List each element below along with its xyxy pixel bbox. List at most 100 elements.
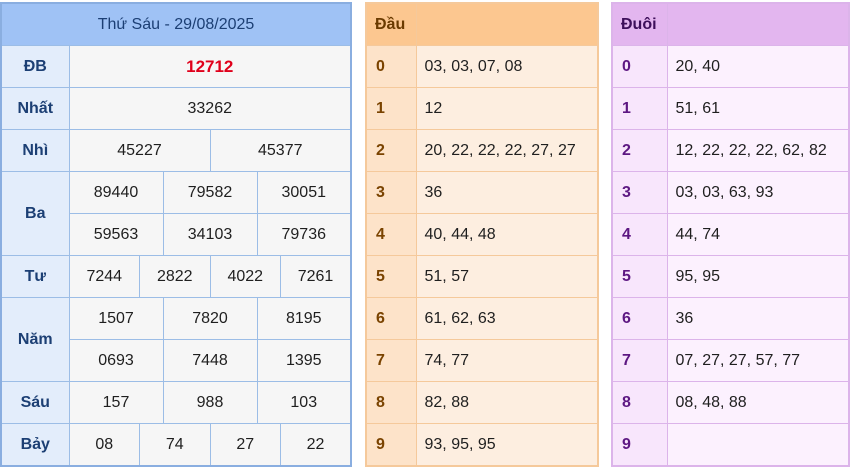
tail-table-title: Đuôi: [611, 2, 668, 46]
prize-label: ĐB: [0, 45, 70, 88]
prize-value: 79582: [162, 171, 258, 214]
prize-value: 2822: [139, 255, 211, 298]
prize-label: Bảy: [0, 423, 70, 467]
head-table-header-blank: [415, 2, 599, 46]
prize-value: 79736: [256, 213, 352, 256]
tail-table-header-blank: [666, 2, 850, 46]
digit-cell: 1: [365, 87, 417, 130]
numbers-cell: 82, 88: [415, 381, 599, 424]
tail-row: 3 03, 03, 63, 93: [611, 171, 850, 214]
prize-value: 34103: [162, 213, 258, 256]
prize-label: Tư: [0, 255, 70, 298]
numbers-cell: 51, 61: [666, 87, 850, 130]
numbers-cell: 95, 95: [666, 255, 850, 298]
prize-value: 988: [162, 381, 258, 424]
head-row: 2 20, 22, 22, 22, 27, 27: [365, 129, 599, 172]
tail-row: 7 07, 27, 27, 57, 77: [611, 339, 850, 382]
numbers-cell: 51, 57: [415, 255, 599, 298]
digit-cell: 5: [611, 255, 668, 298]
digit-cell: 3: [365, 171, 417, 214]
prize-value: 103: [256, 381, 352, 424]
prize-label: Năm: [0, 297, 70, 382]
prize-value: 45377: [209, 129, 352, 172]
prize-value: 89440: [68, 171, 164, 214]
tail-row: 6 36: [611, 297, 850, 340]
head-row: 1 12: [365, 87, 599, 130]
numbers-cell: 08, 48, 88: [666, 381, 850, 424]
tail-row: 9: [611, 423, 850, 467]
prize-label: Ba: [0, 171, 70, 256]
prize-value: 4022: [209, 255, 281, 298]
digit-cell: 0: [365, 45, 417, 88]
prize-value: 7244: [68, 255, 140, 298]
digit-cell: 8: [611, 381, 668, 424]
digit-cell: 8: [365, 381, 417, 424]
prize-value: 8195: [256, 297, 352, 340]
prize-row-seventh: Bảy 08 74 27 22: [0, 423, 352, 467]
numbers-cell: 61, 62, 63: [415, 297, 599, 340]
prize-row-second: Nhì 45227 45377: [0, 129, 352, 172]
prize-label: Sáu: [0, 381, 70, 424]
tail-digit-table: Đuôi 0 20, 40 1 51, 61 2 12, 22, 22, 22, 62…: [611, 2, 850, 467]
tail-row: 4 44, 74: [611, 213, 850, 256]
numbers-cell: 07, 27, 27, 57, 77: [666, 339, 850, 382]
numbers-cell: 03, 03, 07, 08: [415, 45, 599, 88]
digit-cell: 1: [611, 87, 668, 130]
digit-cell: 6: [365, 297, 417, 340]
prize-row-first: Nhất 33262: [0, 87, 352, 130]
tail-row: 0 20, 40: [611, 45, 850, 88]
prize-value: 0693: [68, 339, 164, 382]
head-row: 7 74, 77: [365, 339, 599, 382]
numbers-cell: 93, 95, 95: [415, 423, 599, 467]
numbers-cell: [666, 423, 850, 467]
draw-date-title: Thứ Sáu - 29/08/2025: [0, 2, 352, 46]
digit-cell: 2: [611, 129, 668, 172]
numbers-cell: 44, 74: [666, 213, 850, 256]
numbers-cell: 12: [415, 87, 599, 130]
prize-row-fourth: Tư 7244 2822 4022 7261: [0, 255, 352, 298]
tail-row: 2 12, 22, 22, 22, 62, 82: [611, 129, 850, 172]
tail-row: 8 08, 48, 88: [611, 381, 850, 424]
tail-row: 1 51, 61: [611, 87, 850, 130]
prize-value: 7448: [162, 339, 258, 382]
prize-value: 7261: [280, 255, 352, 298]
numbers-cell: 03, 03, 63, 93: [666, 171, 850, 214]
head-row: 4 40, 44, 48: [365, 213, 599, 256]
numbers-cell: 12, 22, 22, 22, 62, 82: [666, 129, 850, 172]
prize-value: 45227: [68, 129, 211, 172]
digit-cell: 3: [611, 171, 668, 214]
prize-row-special: ĐB 12712: [0, 45, 352, 88]
prize-value: 157: [68, 381, 164, 424]
numbers-cell: 20, 22, 22, 22, 27, 27: [415, 129, 599, 172]
results-table: Thứ Sáu - 29/08/2025 ĐB 12712 Nhất 33262…: [0, 2, 352, 467]
digit-cell: 5: [365, 255, 417, 298]
numbers-cell: 74, 77: [415, 339, 599, 382]
prize-label: Nhì: [0, 129, 70, 172]
digit-cell: 9: [611, 423, 668, 467]
head-table-title: Đầu: [365, 2, 417, 46]
prize-label: Nhất: [0, 87, 70, 130]
head-row: 6 61, 62, 63: [365, 297, 599, 340]
head-row: 8 82, 88: [365, 381, 599, 424]
prize-value: 08: [68, 423, 140, 467]
special-prize-value: 12712: [68, 45, 352, 88]
head-row: 3 36: [365, 171, 599, 214]
head-row: 5 51, 57: [365, 255, 599, 298]
numbers-cell: 36: [666, 297, 850, 340]
prize-row-fifth: Năm 1507 7820 8195: [0, 297, 352, 382]
prize-value: 1507: [68, 297, 164, 340]
head-digit-table: Đầu 0 03, 03, 07, 08 1 12 2 20, 22, 22, 22,…: [365, 2, 599, 467]
prize-value: 74: [139, 423, 211, 467]
numbers-cell: 36: [415, 171, 599, 214]
numbers-cell: 40, 44, 48: [415, 213, 599, 256]
prize-row-sixth: Sáu 157 988 103: [0, 381, 352, 424]
prize-value: 1395: [256, 339, 352, 382]
digit-cell: 7: [365, 339, 417, 382]
prize-value: 33262: [68, 87, 352, 130]
head-row: 0 03, 03, 07, 08: [365, 45, 599, 88]
prize-value: 30051: [256, 171, 352, 214]
digit-cell: 2: [365, 129, 417, 172]
digit-cell: 7: [611, 339, 668, 382]
digit-cell: 4: [611, 213, 668, 256]
prize-row-third: Ba 89440 79582 30051: [0, 171, 352, 256]
